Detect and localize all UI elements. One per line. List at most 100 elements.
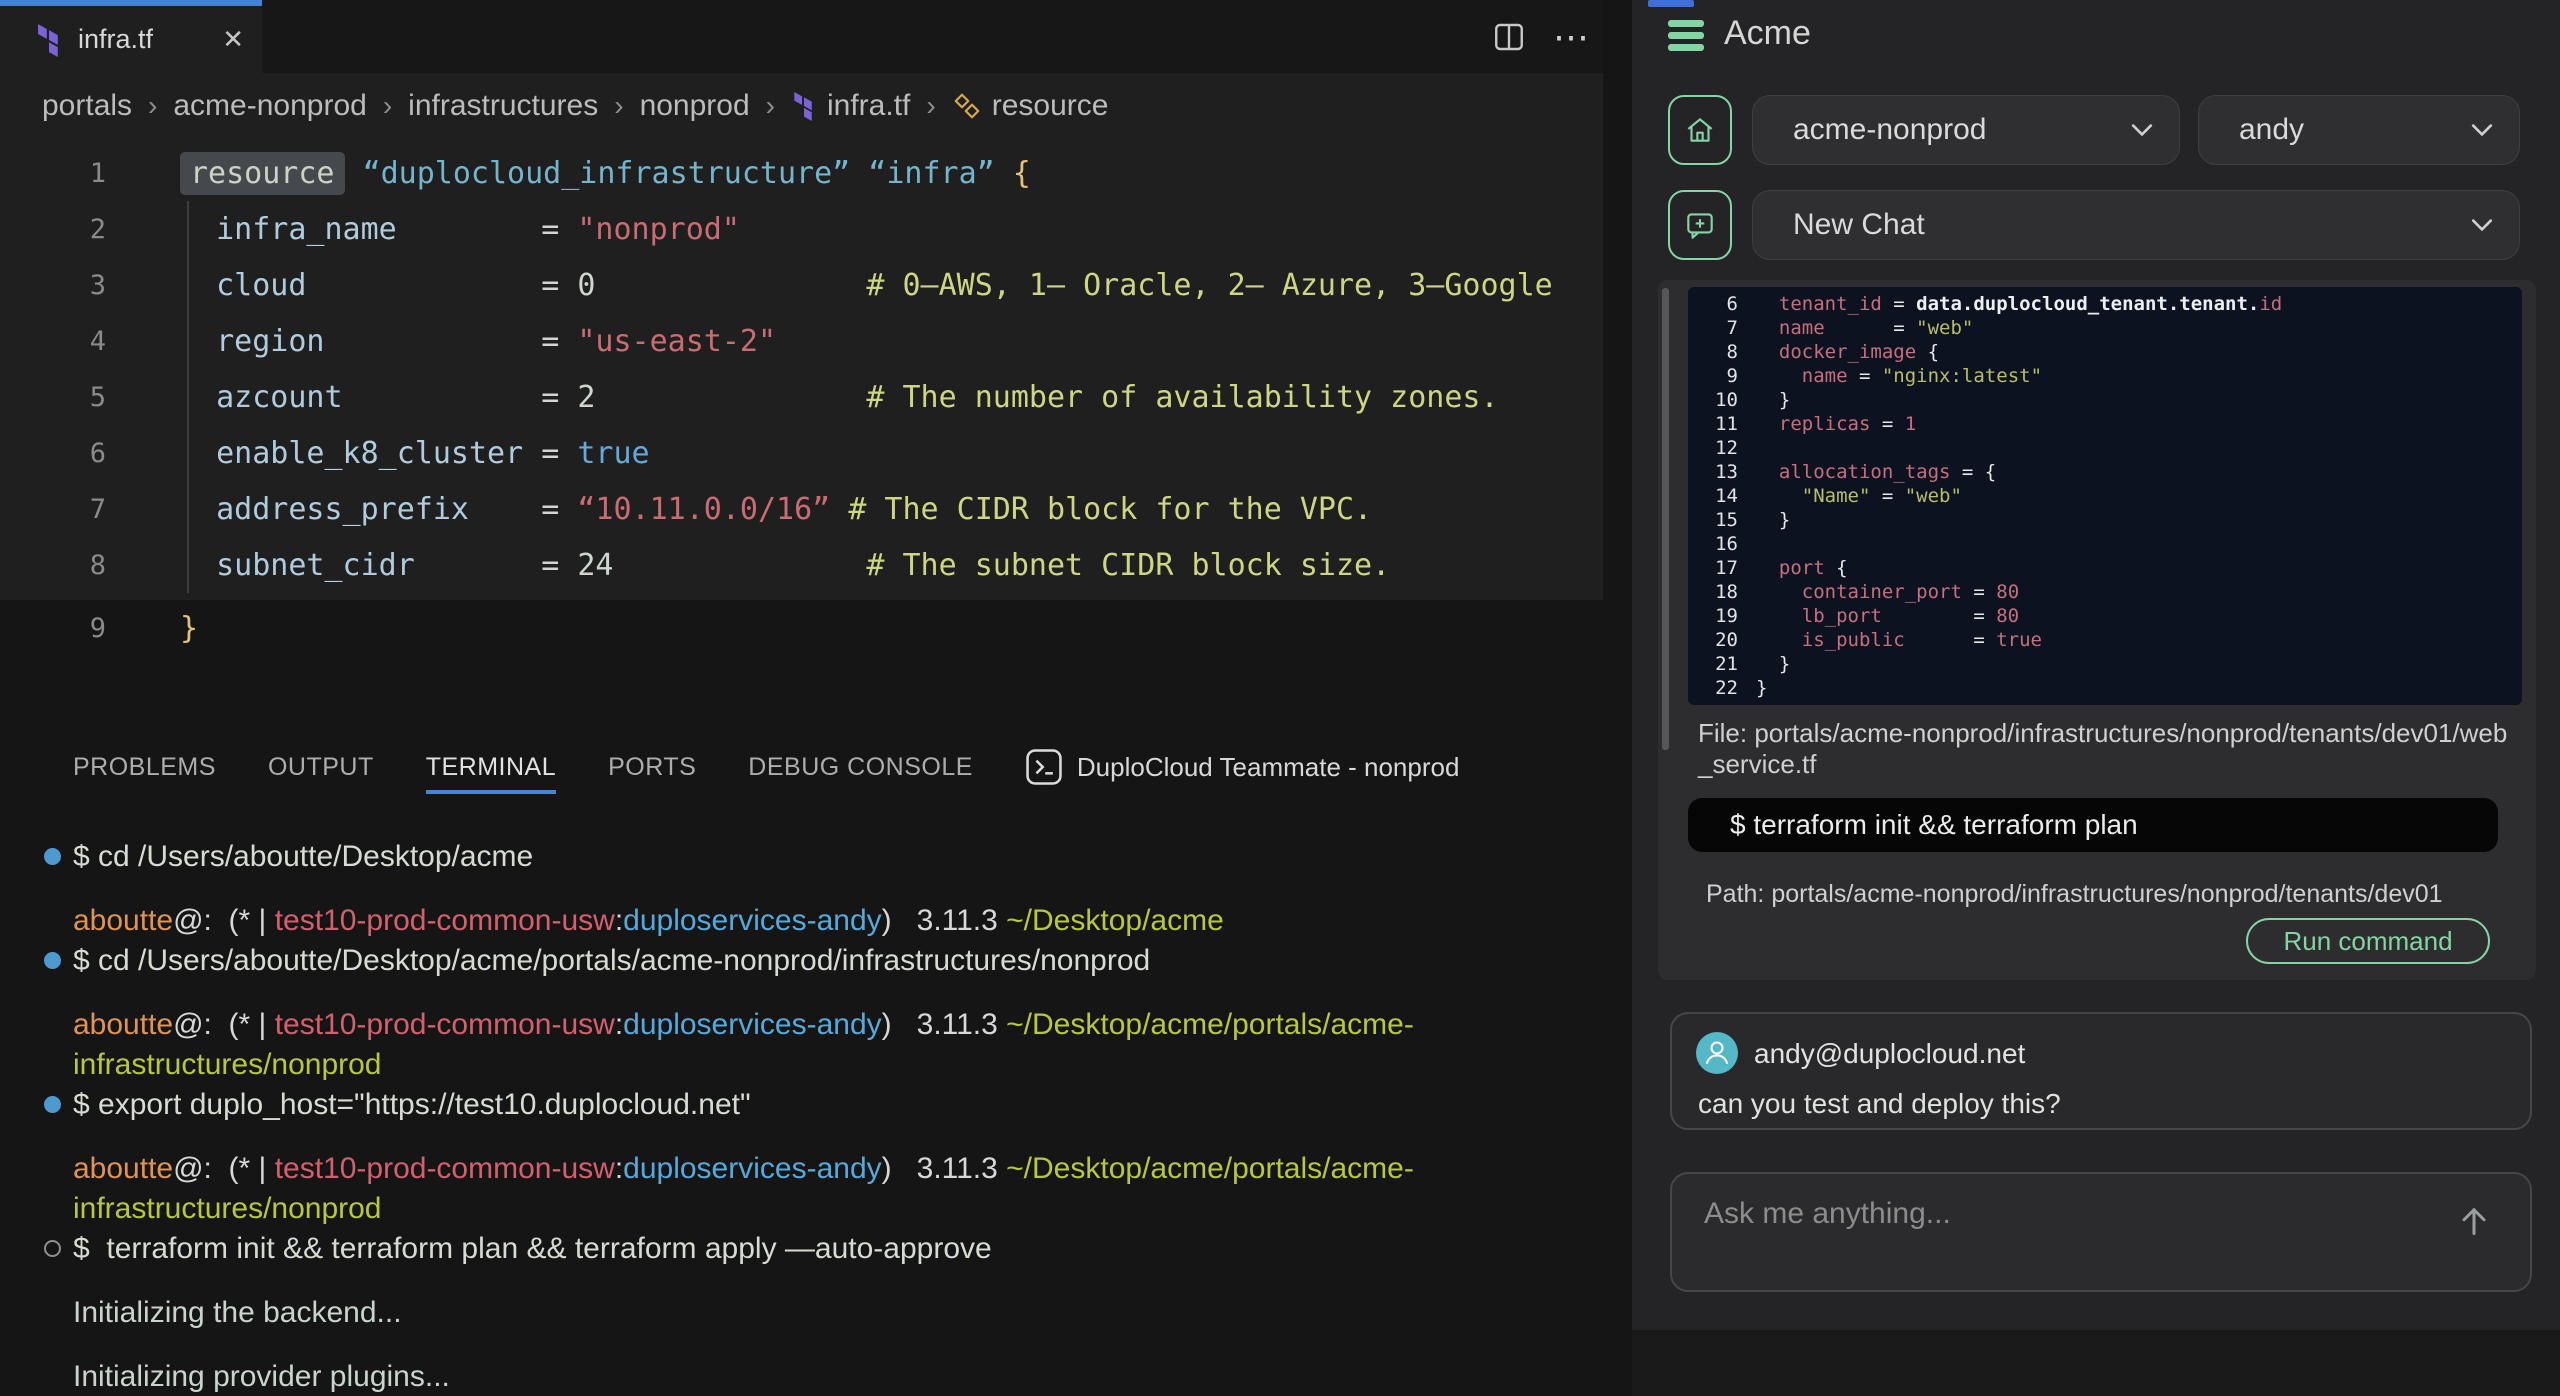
panel-tab-problems[interactable]: PROBLEMS bbox=[73, 753, 216, 782]
tenant-select[interactable]: acme-nonprod bbox=[1752, 95, 2180, 165]
token-output: Initializing the backend... bbox=[73, 1296, 402, 1329]
token-plain: = bbox=[1962, 581, 1996, 603]
breadcrumb-item-nonprod[interactable]: nonprod bbox=[640, 89, 750, 123]
line-number: 16 bbox=[1688, 532, 1738, 556]
menu-icon[interactable] bbox=[1668, 20, 1704, 51]
breadcrumb-separator: › bbox=[148, 90, 157, 122]
token-plain bbox=[1756, 605, 1802, 627]
editor-line-8[interactable]: 8 subnet_cidr = 24 # The subnet CIDR blo… bbox=[0, 537, 1603, 593]
line-number: 14 bbox=[1688, 484, 1738, 508]
panel-tab-terminal[interactable]: TERMINAL bbox=[426, 753, 556, 782]
breadcrumb-item-resource[interactable]: resource bbox=[952, 89, 1109, 123]
home-button[interactable] bbox=[1668, 95, 1732, 165]
terminal-line: infrastructures/nonprod bbox=[73, 1045, 1583, 1085]
editor-line-7[interactable]: 7 address_prefix = “10.11.0.0/16” # The … bbox=[0, 481, 1603, 537]
token-plain bbox=[343, 380, 542, 415]
token-bool: true bbox=[577, 436, 649, 471]
token-path: ~/Desktop/acme/portals/acme- bbox=[1006, 1152, 1414, 1185]
run-command-button[interactable]: Run command bbox=[2246, 918, 2490, 964]
breadcrumb-item-portals[interactable]: portals bbox=[42, 89, 132, 123]
token-plain bbox=[1756, 557, 1779, 579]
teammate-tab-label: DuploCloud Teammate - nonprod bbox=[1077, 752, 1460, 783]
resource-icon bbox=[952, 91, 982, 121]
line-number: 11 bbox=[1688, 412, 1738, 436]
token-plain bbox=[1756, 629, 1802, 651]
breadcrumb-item-infra-tf[interactable]: infra.tf bbox=[791, 89, 910, 123]
token-op: = bbox=[541, 212, 577, 247]
snippet-line-11: 11 replicas = 1 bbox=[1688, 412, 2522, 436]
token-plain bbox=[306, 268, 541, 303]
terminal-line: $ terraform init && terraform plan && te… bbox=[73, 1229, 1583, 1269]
token-id: allocation_tags bbox=[1779, 461, 1951, 483]
breadcrumb-item-acme-nonprod[interactable]: acme-nonprod bbox=[173, 89, 366, 123]
chevron-down-icon bbox=[2471, 218, 2493, 232]
editor-pane: infra.tf ✕ ⋯ portals›acme-nonprod›infras… bbox=[0, 0, 1603, 1396]
new-chat-button[interactable] bbox=[1668, 190, 1732, 260]
split-editor-icon[interactable] bbox=[1491, 19, 1527, 55]
line-number: 7 bbox=[0, 494, 106, 525]
token-id: port bbox=[1779, 557, 1825, 579]
editor-line-3[interactable]: 3 cloud = 0 # 0—AWS, 1— Oracle, 2— Azure… bbox=[0, 257, 1603, 313]
token-command: $ cd /Users/aboutte/Desktop/acme/portals… bbox=[73, 944, 1150, 977]
panel-tab-debug-console[interactable]: DEBUG CONSOLE bbox=[748, 753, 973, 782]
token-op: = bbox=[541, 436, 577, 471]
snippet-line-16: 16 bbox=[1688, 532, 2522, 556]
suggested-command: $ terraform init && terraform plan bbox=[1730, 809, 2138, 841]
chat-select[interactable]: New Chat bbox=[1752, 190, 2520, 260]
editor-line-9[interactable]: 9} bbox=[0, 600, 1603, 656]
token-plain bbox=[325, 324, 542, 359]
snippet-line-19: 19 lb_port = 80 bbox=[1688, 604, 2522, 628]
scrollbar-thumb[interactable] bbox=[1662, 288, 1669, 750]
token-plain bbox=[1756, 317, 1779, 339]
editor-line-2[interactable]: 2 infra_name = "nonprod" bbox=[0, 201, 1603, 257]
message-text: can you test and deploy this? bbox=[1698, 1088, 2061, 1120]
line-number: 9 bbox=[1688, 364, 1738, 388]
new-chat-icon bbox=[1683, 208, 1717, 242]
editor-line-5[interactable]: 5 azcount = 2 # The number of availabili… bbox=[0, 369, 1603, 425]
token-brace: } bbox=[180, 611, 198, 646]
send-icon[interactable] bbox=[2448, 1200, 2500, 1242]
snippet-line-9: 9 name = "nginx:latest" bbox=[1688, 364, 2522, 388]
tab-infra-tf[interactable]: infra.tf ✕ bbox=[0, 0, 262, 73]
token-plain bbox=[830, 492, 848, 527]
terminal-line: aboutte@: (* | test10-prod-common-usw:du… bbox=[73, 1005, 1583, 1045]
snippet-line-21: 21 } bbox=[1688, 652, 2522, 676]
chat-input[interactable] bbox=[1702, 1196, 2406, 1232]
snippet-line-20: 20 is_public = true bbox=[1688, 628, 2522, 652]
token-plain: : bbox=[615, 904, 623, 937]
user-select[interactable]: andy bbox=[2198, 95, 2520, 165]
panel-tab-output[interactable]: OUTPUT bbox=[268, 753, 374, 782]
terminal-line: Initializing provider plugins... bbox=[73, 1357, 1583, 1396]
vscode-window: infra.tf ✕ ⋯ portals›acme-nonprod›infras… bbox=[0, 0, 2560, 1396]
editor-line-6[interactable]: 6 enable_k8_cluster = true bbox=[0, 425, 1603, 481]
token-comment: # The CIDR block for the VPC. bbox=[848, 492, 1372, 527]
token-prop: cloud bbox=[216, 268, 306, 303]
line-number: 7 bbox=[1688, 316, 1738, 340]
token-plain: } bbox=[1756, 389, 1790, 411]
token-id: container_port bbox=[1802, 581, 1962, 603]
editor-actions: ⋯ bbox=[1491, 0, 1589, 73]
editor-line-1[interactable]: 1resource “duplocloud_infrastructure” “i… bbox=[0, 145, 1603, 201]
panel-tab-duplocloud-teammate[interactable]: DuploCloud Teammate - nonprod bbox=[1025, 748, 1460, 786]
token-plain: @: (* | bbox=[173, 1008, 275, 1041]
token-plain bbox=[345, 156, 363, 191]
terminal-line: $ cd /Users/aboutte/Desktop/acme bbox=[73, 837, 1583, 877]
line-number: 20 bbox=[1688, 628, 1738, 652]
breadcrumb-item-infrastructures[interactable]: infrastructures bbox=[408, 89, 598, 123]
panel-tab-ports[interactable]: PORTS bbox=[608, 753, 696, 782]
token-val: 80 bbox=[1996, 605, 2019, 627]
terminal-output: $ cd /Users/aboutte/Desktop/acme aboutte@… bbox=[73, 837, 1583, 1396]
snippet-line-6: 6 tenant_id = data.duplocloud_tenant.ten… bbox=[1688, 292, 2522, 316]
token-op: = bbox=[541, 324, 577, 359]
close-icon[interactable]: ✕ bbox=[222, 24, 244, 55]
editor-line-4[interactable]: 4 region = "us-east-2" bbox=[0, 313, 1603, 369]
token-brace: { bbox=[1013, 156, 1031, 191]
snippet-line-14: 14 "Name" = "web" bbox=[1688, 484, 2522, 508]
token-plain: @: (* | bbox=[173, 1152, 275, 1185]
token-id: name bbox=[1779, 317, 1825, 339]
snippet-line-13: 13 allocation_tags = { bbox=[1688, 460, 2522, 484]
breadcrumb: portals›acme-nonprod›infrastructures›non… bbox=[42, 83, 1108, 129]
token-command: $ cd /Users/aboutte/Desktop/acme bbox=[73, 840, 533, 873]
chevron-down-icon bbox=[2131, 123, 2153, 137]
line-number: 3 bbox=[0, 270, 106, 301]
